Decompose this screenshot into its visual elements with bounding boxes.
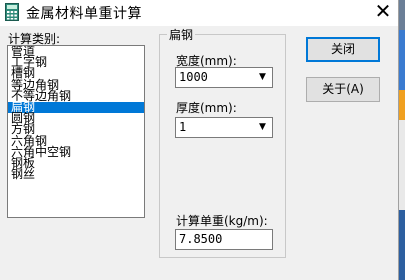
background-window (399, 30, 405, 90)
group-title: 扁钢 (167, 26, 196, 43)
thickness-combobox[interactable]: 1 ▼ (175, 117, 273, 138)
calculator-icon (5, 3, 19, 21)
title-bar[interactable]: 金属材料单重计算 ✕ (0, 0, 398, 26)
close-button[interactable]: 关闭 (306, 37, 380, 62)
chevron-down-icon[interactable]: ▼ (254, 119, 271, 136)
background-window (399, 120, 405, 210)
chevron-down-icon[interactable]: ▼ (254, 69, 271, 86)
unit-weight-label: 计算单重(kg/m): (176, 214, 268, 228)
about-button[interactable]: 关于(A) (306, 77, 380, 102)
thickness-label: 厚度(mm): (176, 101, 237, 115)
category-listbox[interactable]: 管道 工字钢 槽钢 等边角钢 不等边角钢 扁钢 圆钢 方钢 六角钢 六角中空钢 钢板 钢丝 (7, 45, 145, 218)
background-window (399, 90, 405, 120)
main-window: 金属材料单重计算 ✕ 计算类别: 管道 工字钢 槽钢 等边角钢 不等边角钢 扁钢 圆钢 方钢六… (0, 0, 399, 280)
width-value: 1000 (179, 70, 208, 84)
unit-weight-value: 7.8500 (179, 232, 223, 246)
background-window (399, 210, 405, 280)
thickness-value: 1 (179, 120, 187, 134)
window-title: 金属材料单重计算 (26, 6, 142, 22)
unit-weight-field[interactable]: 7.8500 (175, 229, 273, 250)
list-item[interactable]: 钢丝 (8, 168, 144, 180)
close-icon[interactable]: ✕ (368, 0, 398, 24)
width-combobox[interactable]: 1000 ▼ (175, 67, 273, 88)
